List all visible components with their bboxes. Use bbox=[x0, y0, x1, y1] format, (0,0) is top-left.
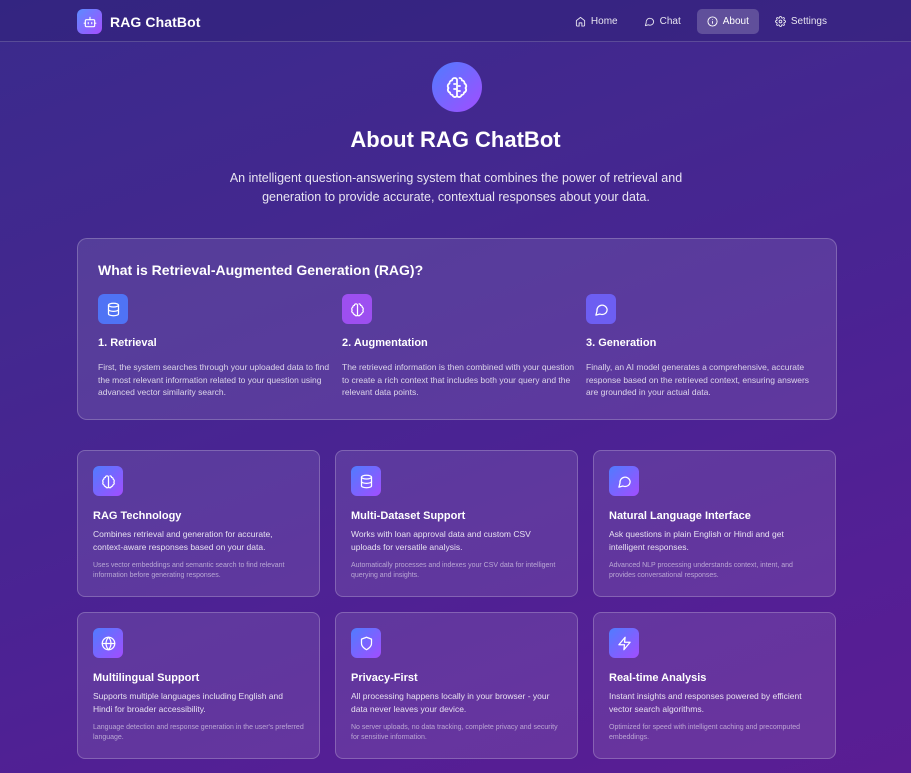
database-icon bbox=[351, 466, 381, 496]
feature-card-natural-language: Natural Language Interface Ask questions… bbox=[593, 450, 836, 597]
feature-description: Instant insights and responses powered b… bbox=[609, 691, 802, 714]
chat-icon bbox=[586, 294, 616, 324]
feature-description: Ask questions in plain English or Hindi … bbox=[609, 529, 784, 552]
feature-title: Multilingual Support bbox=[93, 672, 200, 684]
nav-links: Home Chat About Settings bbox=[565, 9, 837, 34]
page-description: An intelligent question-answering system… bbox=[229, 171, 683, 204]
nav-settings[interactable]: Settings bbox=[765, 9, 837, 34]
step-retrieval: 1. Retrieval First, the system searches … bbox=[98, 294, 330, 399]
home-icon bbox=[575, 16, 585, 27]
feature-note: Optimized for speed with intelligent cac… bbox=[609, 724, 801, 741]
database-icon bbox=[98, 294, 128, 324]
lightning-icon bbox=[609, 628, 639, 658]
feature-note: Automatically processes and indexes your… bbox=[351, 562, 556, 579]
chat-icon bbox=[644, 17, 654, 27]
page-title: About RAG ChatBot bbox=[350, 127, 561, 152]
step-title: 2. Augmentation bbox=[342, 337, 428, 349]
info-icon bbox=[707, 16, 718, 27]
nav-chat[interactable]: Chat bbox=[634, 9, 691, 34]
feature-description: Supports multiple languages including En… bbox=[93, 691, 283, 714]
feature-card-rag-technology: RAG Technology Combines retrieval and ge… bbox=[77, 450, 320, 597]
feature-title: Multi-Dataset Support bbox=[351, 510, 466, 522]
rag-explainer-panel: What is Retrieval-Augmented Generation (… bbox=[77, 238, 837, 420]
nav-home-label: Home bbox=[590, 16, 618, 27]
step-augmentation: 2. Augmentation The retrieved informatio… bbox=[342, 294, 574, 399]
step-description: The retrieved information is then combin… bbox=[342, 362, 574, 397]
brain-icon bbox=[93, 466, 123, 496]
step-generation: 3. Generation Finally, an AI model gener… bbox=[586, 294, 818, 399]
brain-icon bbox=[342, 294, 372, 324]
feature-title: RAG Technology bbox=[93, 510, 182, 522]
step-description: First, the system searches through your … bbox=[98, 362, 330, 397]
step-description: Finally, an AI model generates a compreh… bbox=[586, 362, 810, 397]
globe-icon bbox=[93, 628, 123, 658]
gear-icon bbox=[774, 16, 786, 27]
feature-card-privacy: Privacy-First All processing happens loc… bbox=[335, 612, 578, 759]
feature-note: Advanced NLP processing understands cont… bbox=[609, 562, 793, 579]
brand-name: RAG ChatBot bbox=[110, 13, 201, 30]
rag-panel-title: What is Retrieval-Augmented Generation (… bbox=[98, 262, 424, 278]
feature-description: All processing happens locally in your b… bbox=[351, 691, 550, 714]
shield-icon bbox=[351, 628, 381, 658]
chat-icon bbox=[609, 466, 639, 496]
feature-card-multi-dataset: Multi-Dataset Support Works with loan ap… bbox=[335, 450, 578, 597]
feature-description: Works with loan approval data and custom… bbox=[351, 529, 531, 552]
brain-icon bbox=[432, 62, 482, 112]
feature-card-realtime: Real-time Analysis Instant insights and … bbox=[593, 612, 836, 759]
feature-title: Privacy-First bbox=[351, 672, 418, 684]
feature-description: Combines retrieval and generation for ac… bbox=[93, 529, 273, 552]
nav-home[interactable]: Home bbox=[565, 9, 628, 34]
feature-note: Uses vector embeddings and semantic sear… bbox=[93, 562, 285, 579]
nav-about[interactable]: About bbox=[696, 9, 759, 34]
nav-settings-label: Settings bbox=[790, 16, 827, 27]
top-navbar: RAG ChatBot Home Chat About Settings bbox=[0, 0, 911, 42]
feature-title: Natural Language Interface bbox=[609, 510, 751, 522]
bot-icon bbox=[77, 9, 102, 34]
step-title: 3. Generation bbox=[586, 337, 657, 349]
step-title: 1. Retrieval bbox=[98, 337, 157, 349]
feature-title: Real-time Analysis bbox=[609, 672, 707, 684]
feature-note: Language detection and response generati… bbox=[93, 724, 304, 741]
nav-about-label: About bbox=[722, 16, 749, 27]
brand[interactable]: RAG ChatBot bbox=[77, 9, 201, 34]
feature-card-multilingual: Multilingual Support Supports multiple l… bbox=[77, 612, 320, 759]
feature-note: No server uploads, no data tracking, com… bbox=[351, 724, 558, 741]
nav-chat-label: Chat bbox=[659, 16, 681, 27]
